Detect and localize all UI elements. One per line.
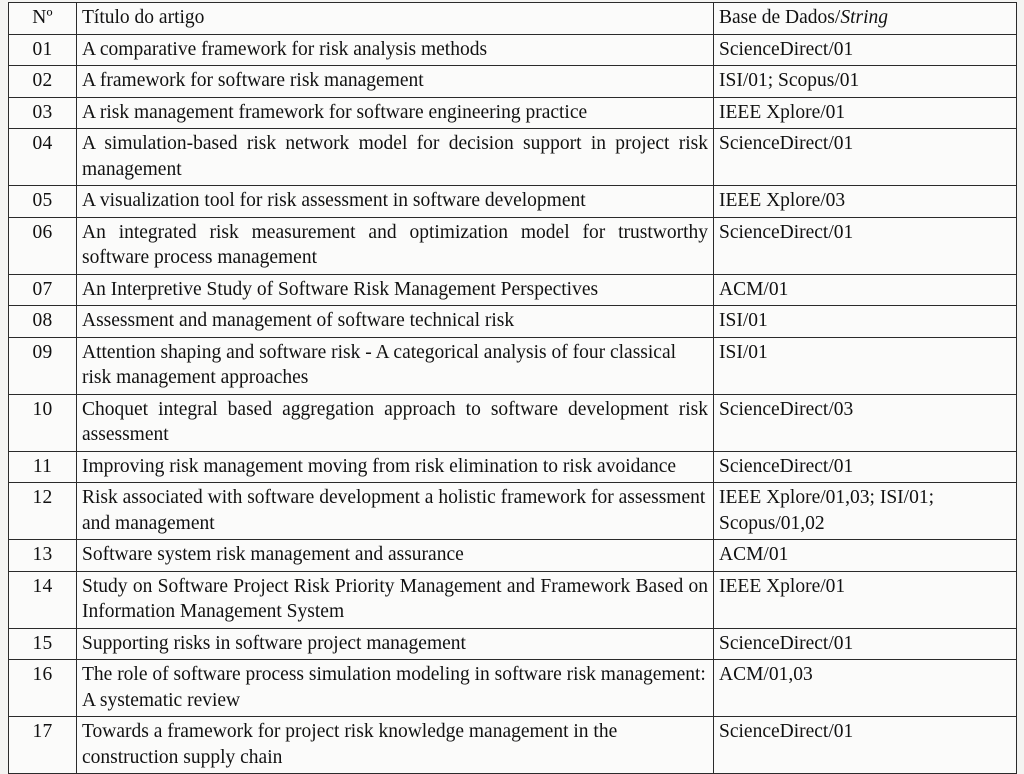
cell-article-number: 08 (8, 305, 77, 338)
cell-article-title: A comparative framework for risk analysi… (76, 33, 714, 66)
cell-article-title: Risk associated with software developmen… (76, 482, 714, 540)
cell-database-string: ScienceDirect/03 (713, 393, 1017, 452)
table-body: 01 A comparative framework for risk analy… (8, 33, 1017, 774)
cell-database-string: ACM/01 (713, 273, 1017, 306)
cell-article-title: A framework for software risk management (76, 65, 714, 98)
cell-article-number: 04 (8, 128, 77, 186)
cell-database-string: ISI/01; Scopus/01 (713, 65, 1017, 98)
cell-article-number: 05 (8, 185, 77, 218)
cell-database-string: ScienceDirect/01 (713, 450, 1017, 483)
cell-database-string: ACM/01,03 (713, 659, 1017, 717)
cell-article-number: 03 (8, 96, 77, 129)
table-row: 03 A risk management framework for softwa… (8, 96, 1017, 129)
table-row: 15 Supporting risks in software project m… (8, 627, 1017, 660)
cell-article-title: A simulation-based risk network model fo… (76, 128, 714, 186)
cell-article-number: 01 (8, 33, 77, 66)
cell-article-number: 11 (8, 450, 77, 483)
cell-article-title: An Interpretive Study of Software Risk M… (76, 273, 714, 306)
cell-article-title: Software system risk management and assu… (76, 539, 714, 572)
cell-database-string: IEEE Xplore/01 (713, 96, 1017, 129)
table-row: 17 Towards a framework for project risk k… (8, 716, 1017, 774)
table-row: 10 Choquet integral based aggregation app… (8, 393, 1017, 452)
cell-article-number: 10 (8, 393, 77, 452)
cell-database-string: IEEE Xplore/03 (713, 185, 1017, 218)
table-row: 01 A comparative framework for risk analy… (8, 33, 1017, 66)
table-row: 12 Risk associated with software developm… (8, 482, 1017, 540)
cell-article-title: Towards a framework for project risk kno… (76, 716, 714, 774)
table-row: 11 Improving risk management moving from … (8, 450, 1017, 483)
table-row: 06 An integrated risk measurement and opt… (8, 216, 1017, 275)
table-row: 13 Software system risk management and as… (8, 539, 1017, 572)
column-header-database: Base de Dados/String (713, 2, 1017, 35)
cell-article-number: 16 (8, 659, 77, 717)
cell-article-number: 17 (8, 716, 77, 774)
cell-article-title: The role of software process simulation … (76, 659, 714, 717)
table-row: 02 A framework for software risk manageme… (8, 65, 1017, 98)
cell-article-number: 06 (8, 216, 77, 275)
table-header-row: Nº Título do artigo Base de Dados/String (8, 2, 1017, 35)
table-row: 14 Study on Software Project Risk Priorit… (8, 570, 1017, 629)
table-row: 04 A simulation-based risk network model … (8, 128, 1017, 186)
column-header-database-plain: Base de Dados/ (719, 7, 841, 28)
cell-article-title: Choquet integral based aggregation appro… (76, 393, 714, 452)
table-row: 08 Assessment and management of software … (8, 305, 1017, 338)
cell-article-title: Assessment and management of software te… (76, 305, 714, 338)
cell-article-number: 13 (8, 539, 77, 572)
cell-article-number: 07 (8, 273, 77, 306)
cell-database-string: ISI/01 (713, 305, 1017, 338)
cell-article-number: 02 (8, 65, 77, 98)
cell-database-string: ISI/01 (713, 336, 1017, 395)
cell-database-string: ACM/01 (713, 539, 1017, 572)
cell-article-number: 14 (8, 570, 77, 629)
cell-database-string: IEEE Xplore/01 (713, 570, 1017, 629)
cell-article-number: 12 (8, 482, 77, 540)
cell-database-string: IEEE Xplore/01,03; ISI/01; Scopus/01,02 (713, 482, 1017, 540)
cell-database-string: ScienceDirect/01 (713, 627, 1017, 660)
cell-database-string: ScienceDirect/01 (713, 128, 1017, 186)
cell-database-string: ScienceDirect/01 (713, 716, 1017, 774)
table-row: 09 Attention shaping and software risk - … (8, 336, 1017, 395)
cell-article-title: Study on Software Project Risk Priority … (76, 570, 714, 629)
table-header: Nº Título do artigo Base de Dados/String (8, 2, 1017, 35)
cell-database-string: ScienceDirect/01 (713, 33, 1017, 66)
cell-article-title: An integrated risk measurement and optim… (76, 216, 714, 275)
column-header-title: Título do artigo (76, 2, 714, 35)
table-row: 05 A visualization tool for risk assessme… (8, 185, 1017, 218)
cell-article-title: Supporting risks in software project man… (76, 627, 714, 660)
column-header-number: Nº (8, 2, 77, 35)
articles-table: Nº Título do artigo Base de Dados/String… (8, 2, 1017, 774)
cell-database-string: ScienceDirect/01 (713, 216, 1017, 275)
cell-article-title: Attention shaping and software risk - A … (76, 336, 714, 395)
table-row: 16 The role of software process simulatio… (8, 659, 1017, 717)
cell-article-title: A visualization tool for risk assessment… (76, 185, 714, 218)
cell-article-title: Improving risk management moving from ri… (76, 450, 714, 483)
cell-article-number: 15 (8, 627, 77, 660)
cell-article-title: A risk management framework for software… (76, 96, 714, 129)
table-row: 07 An Interpretive Study of Software Risk… (8, 273, 1017, 306)
document-page: Nº Título do artigo Base de Dados/String… (0, 0, 1024, 774)
column-header-database-italic: String (840, 7, 888, 28)
cell-article-number: 09 (8, 336, 77, 395)
